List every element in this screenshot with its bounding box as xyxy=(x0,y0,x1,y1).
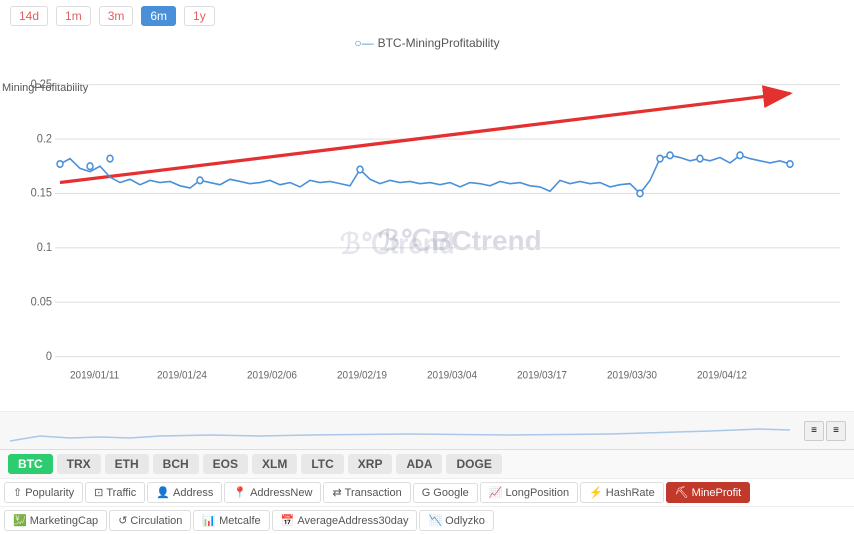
mineprofit-icon: ⛏ xyxy=(675,486,689,499)
svg-text:0: 0 xyxy=(46,350,52,362)
coin-tabs: BTC TRX ETH BCH EOS XLM LTC XRP ADA DOGE xyxy=(0,450,854,479)
circulation-label: Circulation xyxy=(130,515,182,527)
coin-tab-ada[interactable]: ADA xyxy=(396,454,442,474)
hashrate-icon: ⚡ xyxy=(589,486,603,499)
svg-text:0.15: 0.15 xyxy=(31,187,52,199)
metric-tab-circulation[interactable]: ↺ Circulation xyxy=(109,510,191,531)
traffic-label: Traffic xyxy=(106,487,136,499)
mini-chart-area: ≡ ≡ xyxy=(0,412,854,450)
metric-tab-metcalfe[interactable]: 📊 Metcalfe xyxy=(193,510,269,531)
marketingcap-icon: 💹 xyxy=(13,514,27,527)
svg-text:0.2: 0.2 xyxy=(37,133,52,145)
svg-text:0.05: 0.05 xyxy=(31,296,52,308)
metric-tabs-row2: 💹 MarketingCap ↺ Circulation 📊 Metcalfe … xyxy=(0,507,854,534)
metric-tab-mineprofit[interactable]: ⛏ MineProfit xyxy=(666,482,751,503)
svg-text:0.25: 0.25 xyxy=(31,79,52,91)
popularity-icon: ⇧ xyxy=(13,486,22,499)
time-period-bar: 14d 1m 3m 6m 1y xyxy=(0,0,854,32)
metric-tab-addressnew[interactable]: 📍 AddressNew xyxy=(224,482,321,503)
metric-tab-averageaddress30day[interactable]: 📅 AverageAddress30day xyxy=(272,510,418,531)
address-icon: 👤 xyxy=(156,486,170,499)
metric-tab-traffic[interactable]: ⊡ Traffic xyxy=(85,482,145,503)
svg-text:2019/03/17: 2019/03/17 xyxy=(517,370,567,381)
coin-tab-btc[interactable]: BTC xyxy=(8,454,53,474)
longposition-label: LongPosition xyxy=(505,487,569,499)
metric-tabs-row1: ⇧ Popularity ⊡ Traffic 👤 Address 📍 Addre… xyxy=(0,479,854,507)
metric-tab-popularity[interactable]: ⇧ Popularity xyxy=(4,482,83,503)
mini-chart-svg xyxy=(10,416,790,446)
metcalfe-icon: 📊 xyxy=(202,514,216,527)
svg-text:2019/02/19: 2019/02/19 xyxy=(337,370,387,381)
svg-text:2019/03/04: 2019/03/04 xyxy=(427,370,477,381)
svg-text:2019/01/24: 2019/01/24 xyxy=(157,370,207,381)
metric-tab-hashrate[interactable]: ⚡ HashRate xyxy=(580,482,664,503)
averageaddress-label: AverageAddress30day xyxy=(297,515,408,527)
marketingcap-label: MarketingCap xyxy=(30,515,98,527)
coin-tab-bch[interactable]: BCH xyxy=(153,454,199,474)
time-btn-14d[interactable]: 14d xyxy=(10,6,48,26)
scroll-btn-left[interactable]: ≡ xyxy=(804,421,824,441)
svg-text:ℬ℃trend: ℬ℃trend xyxy=(340,227,455,259)
legend-icon: ○— xyxy=(354,36,373,50)
svg-text:2019/02/06: 2019/02/06 xyxy=(247,370,297,381)
odlyzko-icon: 📉 xyxy=(428,514,442,527)
circulation-icon: ↺ xyxy=(118,514,127,527)
metric-tab-odlyzko[interactable]: 📉 Odlyzko xyxy=(419,510,493,531)
svg-text:2019/01/11: 2019/01/11 xyxy=(70,370,119,381)
traffic-icon: ⊡ xyxy=(94,486,103,499)
scroll-controls: ≡ ≡ xyxy=(804,421,846,441)
svg-text:2019/04/12: 2019/04/12 xyxy=(697,370,747,381)
coin-tab-ltc[interactable]: LTC xyxy=(301,454,343,474)
addressnew-icon: 📍 xyxy=(233,486,247,499)
transaction-label: Transaction xyxy=(345,487,402,499)
metric-tab-transaction[interactable]: ⇄ Transaction xyxy=(323,482,410,503)
legend-text: BTC-MiningProfitability xyxy=(378,36,500,50)
google-label: Google xyxy=(433,487,468,499)
svg-text:0.1: 0.1 xyxy=(37,242,52,254)
main-chart-area: MiningProfitability ℬ℃BCtrend 0.25 0.2 0… xyxy=(0,52,854,412)
coin-tab-doge[interactable]: DOGE xyxy=(446,454,501,474)
popularity-label: Popularity xyxy=(25,487,74,499)
transaction-icon: ⇄ xyxy=(332,486,341,499)
coin-tab-eth[interactable]: ETH xyxy=(105,454,149,474)
averageaddress-icon: 📅 xyxy=(281,514,295,527)
metric-tab-longposition[interactable]: 📈 LongPosition xyxy=(480,482,578,503)
address-label: Address xyxy=(173,487,213,499)
svg-text:2019/03/30: 2019/03/30 xyxy=(607,370,657,381)
addressnew-label: AddressNew xyxy=(250,487,312,499)
hashrate-label: HashRate xyxy=(606,487,655,499)
chart-legend: ○— BTC-MiningProfitability xyxy=(0,32,854,52)
metric-tab-google[interactable]: G Google xyxy=(413,483,478,503)
time-btn-6m[interactable]: 6m xyxy=(141,6,176,26)
coin-tab-xlm[interactable]: XLM xyxy=(252,454,297,474)
odlyzko-label: Odlyzko xyxy=(445,515,485,527)
google-icon: G xyxy=(422,487,431,499)
scroll-btn-right[interactable]: ≡ xyxy=(826,421,846,441)
time-btn-3m[interactable]: 3m xyxy=(99,6,134,26)
metric-tab-address[interactable]: 👤 Address xyxy=(147,482,222,503)
longposition-icon: 📈 xyxy=(489,486,503,499)
metcalfe-label: Metcalfe xyxy=(219,515,261,527)
coin-tab-eos[interactable]: EOS xyxy=(203,454,248,474)
coin-tab-xrp[interactable]: XRP xyxy=(348,454,393,474)
time-btn-1y[interactable]: 1y xyxy=(184,6,215,26)
coin-tab-trx[interactable]: TRX xyxy=(57,454,101,474)
metric-tab-marketingcap[interactable]: 💹 MarketingCap xyxy=(4,510,107,531)
chart-svg: 0.25 0.2 0.15 0.1 0.05 0 2019/01/11 2019… xyxy=(0,52,854,411)
time-btn-1m[interactable]: 1m xyxy=(56,6,91,26)
mineprofit-label: MineProfit xyxy=(692,487,742,499)
